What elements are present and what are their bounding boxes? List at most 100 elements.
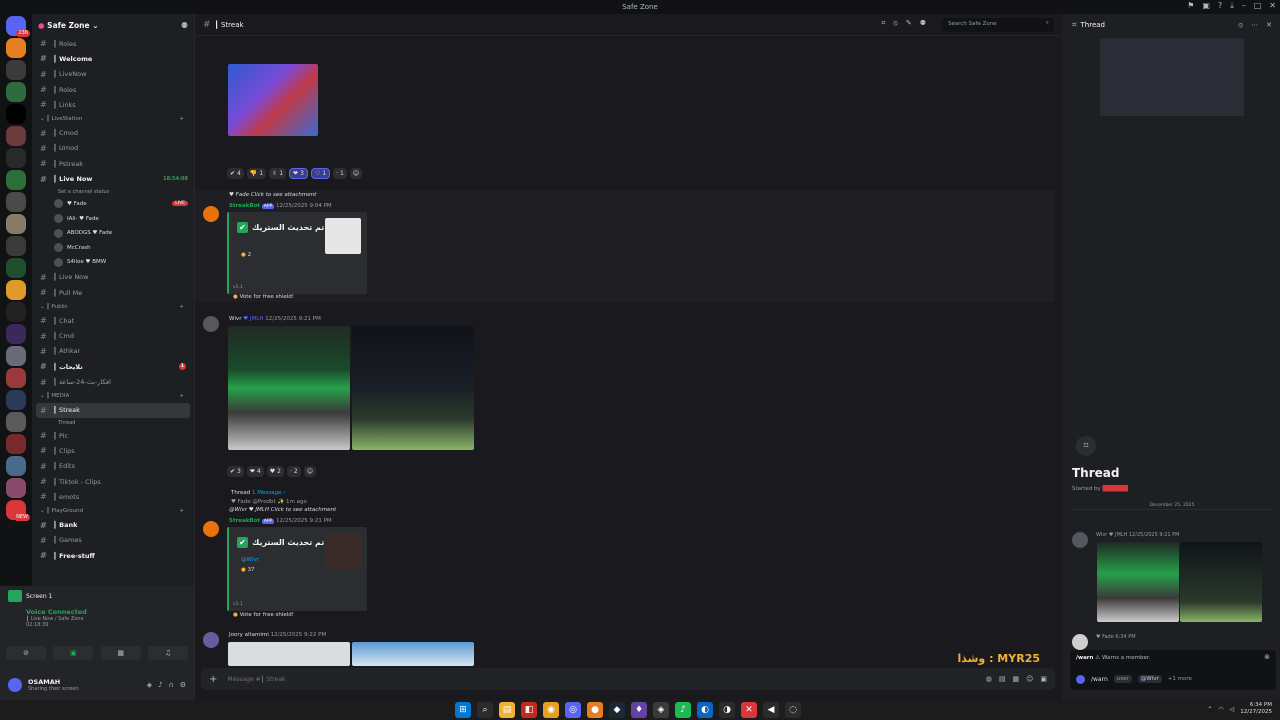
chevron-up-icon[interactable]: ⌃ — [1207, 706, 1212, 713]
channel-item[interactable]: # ┃ LiveNow — [32, 67, 194, 82]
activities-button[interactable]: ▦ — [100, 646, 141, 660]
avatar[interactable] — [203, 632, 219, 648]
gif-icon[interactable]: ▤ — [999, 675, 1006, 683]
server-icon[interactable] — [6, 236, 26, 256]
voice-user[interactable]: McCrash — [32, 240, 194, 255]
vote-link[interactable]: Vote for free shield! — [233, 294, 294, 300]
author-name[interactable]: Wlvr — [229, 316, 241, 322]
close-icon[interactable]: ⊗ — [1264, 653, 1270, 661]
channel-item[interactable]: # ┃ Pstreak — [32, 156, 194, 171]
server-icon[interactable] — [6, 280, 26, 300]
channel-item[interactable]: # ┃ Edits — [32, 459, 194, 474]
attachment-image[interactable] — [228, 642, 350, 666]
server-icon[interactable] — [6, 412, 26, 432]
inbox-icon[interactable]: ⚑ — [1187, 1, 1194, 11]
server-icon[interactable] — [6, 38, 26, 58]
taskbar-app-icon[interactable]: ♦ — [631, 702, 647, 718]
reaction[interactable]: · 1 — [333, 168, 347, 179]
starter-name[interactable]: ██████ — [1103, 486, 1128, 492]
guild-header[interactable]: ● Safe Zone ⌄ ⚉ — [32, 14, 194, 36]
embed-thumbnail[interactable] — [325, 218, 361, 254]
reaction[interactable]: · 2 — [286, 466, 301, 477]
gift-icon[interactable]: ◍ — [986, 675, 992, 683]
server-icon[interactable] — [6, 434, 26, 454]
server-icon[interactable] — [6, 214, 26, 234]
voice-user[interactable]: IAli- ♥ Fade — [32, 211, 194, 226]
help-icon[interactable]: ? — [1218, 1, 1222, 11]
server-icon[interactable] — [6, 346, 26, 366]
avatar[interactable] — [203, 206, 219, 222]
channel-item[interactable]: # ┃ Pic — [32, 428, 194, 443]
channel-item[interactable]: # ┃ Cmod — [32, 125, 194, 140]
screen-share-button[interactable]: ▣ — [53, 646, 94, 660]
taskbar-app-icon[interactable]: ◌ — [785, 702, 801, 718]
wifi-icon[interactable]: ◠ — [1218, 706, 1223, 713]
reaction[interactable]: ♡ 1 — [310, 168, 331, 179]
taskbar-app-icon[interactable]: ✕ — [741, 702, 757, 718]
reaction[interactable]: ❤ 4 — [246, 466, 264, 477]
channel-item[interactable]: # ┃ Bank — [32, 518, 194, 533]
notification-icon[interactable]: ⦸ — [1239, 21, 1244, 30]
server-icon[interactable]: NEW — [6, 500, 30, 521]
taskbar-app-icon[interactable]: ♪ — [675, 702, 691, 718]
taskbar-app-icon[interactable]: ⊞ — [455, 702, 471, 718]
attachment-image[interactable] — [352, 642, 474, 666]
message-composer[interactable]: + Message #┃ Streak ◍ ▤ ▦ ☺ ▣ — [201, 668, 1055, 690]
reaction[interactable]: ✔ 4 — [227, 168, 244, 179]
pin-icon[interactable]: ✎ — [906, 19, 912, 28]
server-icon[interactable] — [6, 456, 26, 476]
embed-mention[interactable]: @Wlvr — [241, 557, 259, 563]
avatar[interactable] — [8, 678, 22, 692]
reply-preview[interactable]: ♥ Fade Click to see attachment — [229, 192, 316, 198]
thread-preview[interactable]: ♥ Fade @Prodbt ✨ 1m ago — [231, 499, 307, 505]
channel-item[interactable]: # ┃ Tiktok - Clips — [32, 474, 194, 489]
add-channel-icon[interactable]: + — [179, 508, 184, 514]
sticker-icon[interactable]: ▦ — [1012, 675, 1019, 683]
more-options[interactable]: +1 more — [1168, 676, 1192, 682]
voice-user[interactable]: S4lloe ♥ BMW — [32, 255, 194, 270]
taskbar-app-icon[interactable]: ◐ — [697, 702, 713, 718]
close-button[interactable]: ✕ — [1269, 1, 1276, 11]
channel-item[interactable]: # ┃ Streak — [36, 402, 190, 419]
search-input[interactable]: Search Safe Zone ⌕ — [942, 18, 1054, 32]
thread-link[interactable]: Thread 1 Message › — [231, 490, 285, 496]
server-icon[interactable] — [6, 82, 26, 102]
add-channel-icon[interactable]: + — [179, 116, 184, 122]
more-icon[interactable]: ⋯ — [1251, 21, 1258, 30]
taskbar-app-icon[interactable]: ◎ — [565, 702, 581, 718]
author-name[interactable]: StreakBot — [229, 518, 260, 524]
channel-item[interactable]: # ┃ Chat — [32, 313, 194, 328]
author-name[interactable]: Wlvr ♥ JMLH — [1096, 532, 1127, 538]
command-input[interactable]: /warn user @Wlvr +1 more — [1076, 672, 1270, 686]
server-icon[interactable] — [6, 192, 26, 212]
taskbar-app-icon[interactable]: ▤ — [499, 702, 515, 718]
taskbar-app-icon[interactable]: ◈ — [653, 702, 669, 718]
embed-thumbnail[interactable] — [325, 533, 361, 569]
server-icon[interactable] — [6, 126, 26, 146]
channel-item[interactable]: # ┃ افكار-بث-24-ساعة — [32, 374, 194, 389]
channel-category[interactable]: ⌄ ┃ Public + — [32, 300, 194, 313]
microphone-icon[interactable]: ♪ — [158, 681, 162, 689]
option-mention[interactable]: @Wlvr — [1137, 675, 1162, 683]
channel-item[interactable]: # ┃ Games — [32, 533, 194, 548]
reaction[interactable]: ❤ 3 — [289, 168, 308, 179]
channel-sub-item[interactable]: Set a channel status — [32, 187, 194, 197]
reaction[interactable]: ✔ 3 — [227, 466, 244, 477]
channel-item[interactable]: # ┃ تلايحات 1 — [32, 359, 194, 374]
settings-icon[interactable]: ⚙ — [180, 681, 186, 689]
taskbar-app-icon[interactable]: ◆ — [609, 702, 625, 718]
command-suggestion[interactable]: /warn ⚠ Warns a member. — [1076, 654, 1150, 661]
vote-link[interactable]: Vote for free shield! — [233, 612, 294, 618]
avatar[interactable] — [1072, 532, 1088, 548]
author-name[interactable]: StreakBot — [229, 203, 260, 209]
channel-item[interactable]: # ┃ emots — [32, 489, 194, 504]
attachment-image[interactable] — [228, 326, 350, 450]
add-attachment-icon[interactable]: + — [209, 674, 217, 685]
channel-item[interactable]: # ┃ Live Now 18:54:08 — [32, 171, 194, 186]
add-reaction-icon[interactable]: ☺ — [349, 168, 363, 179]
members-icon[interactable]: ⚉ — [920, 19, 926, 28]
add-reaction-icon[interactable]: ☺ — [303, 466, 316, 477]
reaction[interactable]: ♥ 2 — [266, 466, 284, 477]
attachment-image[interactable] — [228, 64, 318, 136]
channel-item[interactable]: # ┃ Live Now — [32, 270, 194, 285]
